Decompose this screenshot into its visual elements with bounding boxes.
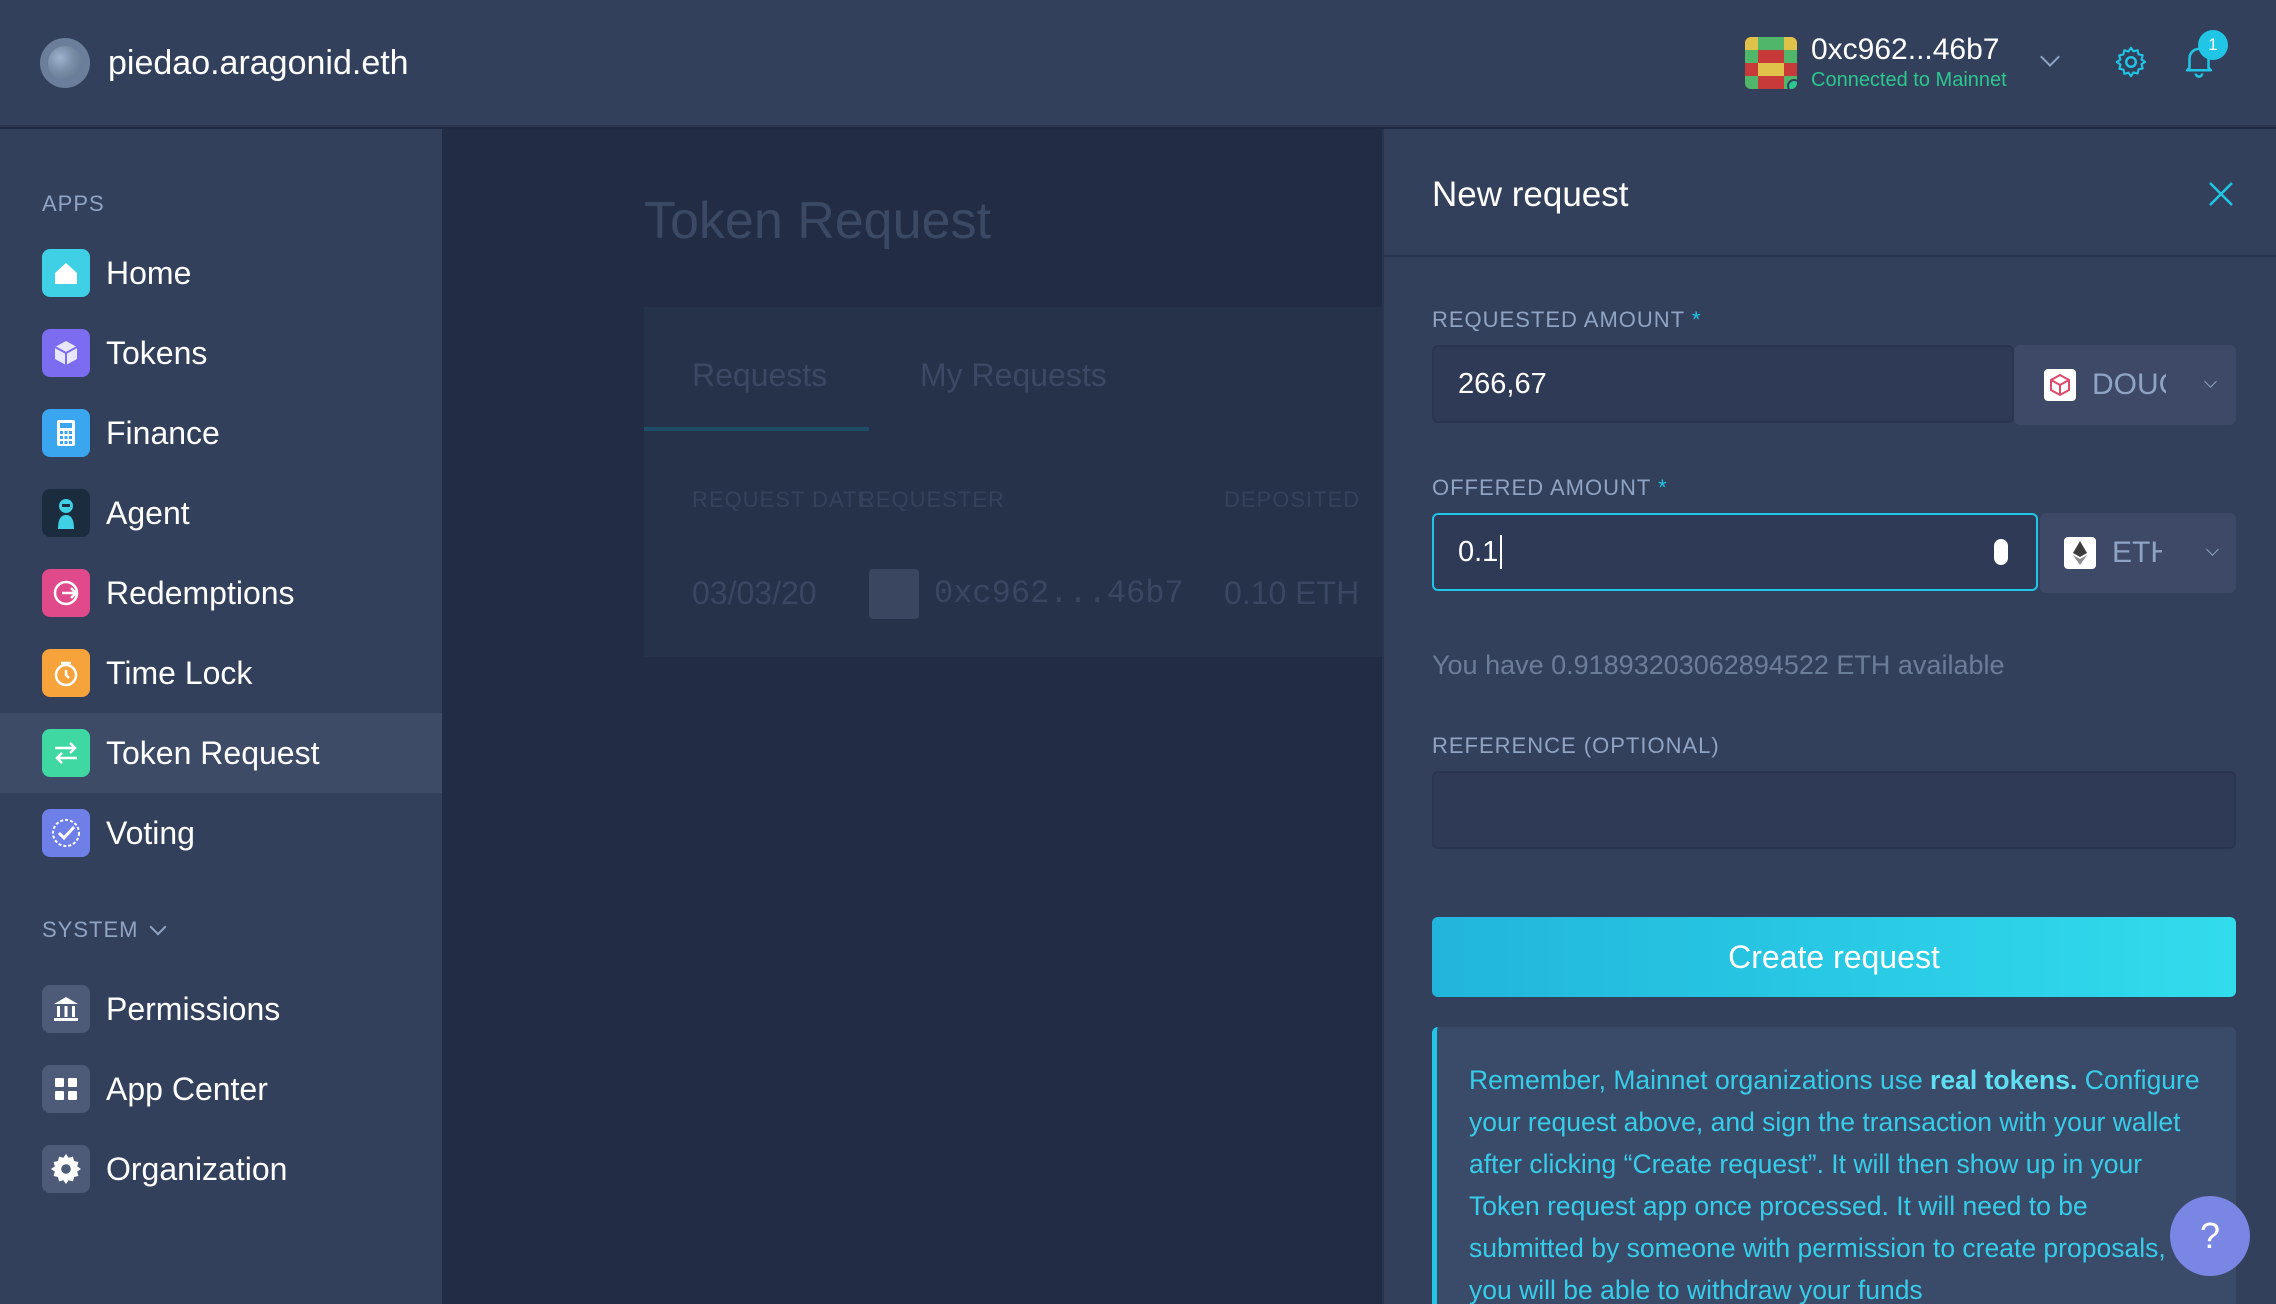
- number-stepper[interactable]: [1994, 539, 2008, 565]
- requested-amount-value: 266,67: [1458, 367, 1547, 400]
- sidebar-item-label: Token Request: [106, 734, 320, 771]
- requested-amount-label: REQUESTED AMOUNT *: [1432, 307, 1701, 333]
- apps-section-label: APPS: [42, 191, 105, 216]
- network-status: Connected to Mainnet: [1811, 69, 2007, 91]
- requested-token-select[interactable]: DOUGH: [2014, 345, 2236, 425]
- system-section-toggle[interactable]: SYSTEM: [42, 917, 138, 943]
- sidebar-item-label: Home: [106, 254, 192, 291]
- org-name: piedao.aragonid.eth: [108, 43, 409, 82]
- required-mark: *: [1691, 307, 1702, 332]
- agent-icon: [42, 489, 90, 537]
- top-bar: piedao.aragonid.eth 0xc962...46b7 Connec…: [0, 0, 2276, 127]
- sidebar-item-app-center[interactable]: App Center: [0, 1049, 442, 1129]
- permissions-icon: [42, 985, 90, 1033]
- eth-token-icon: [2064, 537, 2096, 569]
- sidebar-item-organization[interactable]: Organization: [0, 1129, 442, 1209]
- requested-amount-input[interactable]: 266,67: [1432, 345, 2014, 423]
- offered-amount-label: OFFERED AMOUNT *: [1432, 475, 1668, 501]
- active-tab-indicator: [644, 427, 869, 431]
- info-text-body: Configure your request above, and sign t…: [1469, 1065, 2200, 1304]
- chevron-down-icon[interactable]: [2040, 47, 2060, 67]
- offered-amount-value: 0.1: [1458, 535, 1499, 568]
- sidebar-item-tokens[interactable]: Tokens: [0, 313, 442, 393]
- column-header-deposited: DEPOSITED: [1224, 487, 1361, 512]
- app-center-icon: [42, 1065, 90, 1113]
- tab-my-requests[interactable]: My Requests: [920, 357, 1107, 394]
- info-text-prefix: Remember, Mainnet organizations use: [1469, 1065, 1931, 1095]
- sidebar-item-label: Permissions: [106, 990, 281, 1027]
- close-icon[interactable]: [2206, 179, 2236, 209]
- requests-panel: Requests My Requests REQUEST DATE REQUES…: [644, 307, 1384, 657]
- requester-avatar: [869, 569, 919, 619]
- reference-label: REFERENCE (OPTIONAL): [1432, 733, 1720, 758]
- gear-icon[interactable]: [2113, 44, 2149, 80]
- org-avatar: [40, 38, 90, 88]
- sidebar-item-token-request[interactable]: Token Request: [0, 713, 442, 793]
- token-request-icon: [42, 729, 90, 777]
- redemptions-icon: [42, 569, 90, 617]
- dough-token-icon: [2044, 369, 2076, 401]
- tab-requests[interactable]: Requests: [692, 357, 827, 394]
- sidebar-item-home[interactable]: Home: [0, 233, 442, 313]
- sidebar-item-voting[interactable]: Voting: [0, 793, 442, 873]
- sidebar-item-label: Organization: [106, 1150, 288, 1187]
- sidebar-item-label: Finance: [106, 414, 220, 451]
- tokens-icon: [42, 329, 90, 377]
- account-address: 0xc962...46b7: [1811, 33, 2000, 66]
- create-request-button[interactable]: Create request: [1432, 917, 2236, 997]
- notification-badge: 1: [2198, 30, 2228, 60]
- requested-token-symbol: DOUGH: [2092, 368, 2166, 401]
- org-switcher[interactable]: piedao.aragonid.eth: [40, 38, 409, 88]
- sidebar-item-label: Tokens: [106, 334, 208, 371]
- sidebar-item-permissions[interactable]: Permissions: [0, 969, 442, 1049]
- request-date: 03/03/20: [692, 575, 817, 611]
- sidebar-item-agent[interactable]: Agent: [0, 473, 442, 553]
- chevron-down-icon[interactable]: [149, 918, 167, 936]
- deposited-amount: 0.10 ETH: [1224, 575, 1360, 611]
- sidebar-item-time-lock[interactable]: Time Lock: [0, 633, 442, 713]
- help-button[interactable]: ?: [2170, 1196, 2250, 1276]
- available-balance: You have 0.91893203062894522 ETH availab…: [1432, 650, 2005, 680]
- offered-amount-label-text: OFFERED AMOUNT: [1432, 475, 1651, 500]
- organization-icon: [42, 1145, 90, 1193]
- panel-title: New request: [1432, 175, 1629, 214]
- page-title: Token Request: [644, 192, 991, 250]
- offered-amount-input[interactable]: 0.1: [1432, 513, 2038, 591]
- finance-icon: [42, 409, 90, 457]
- column-header-date: REQUEST DATE: [692, 487, 874, 512]
- panel-divider: [1384, 255, 2276, 257]
- sidebar-item-label: Agent: [106, 494, 190, 531]
- offered-token-symbol: ETH: [2112, 536, 2162, 569]
- account-avatar: [1745, 36, 1797, 89]
- requested-amount-label-text: REQUESTED AMOUNT: [1432, 307, 1685, 332]
- sidebar-item-label: App Center: [106, 1070, 268, 1107]
- info-text-bold: real tokens.: [1930, 1065, 2078, 1095]
- chevron-down-icon: [2206, 543, 2219, 556]
- system-section-label: SYSTEM: [42, 917, 139, 942]
- mainnet-warning: Remember, Mainnet organizations use real…: [1432, 1027, 2236, 1304]
- sidebar-item-redemptions[interactable]: Redemptions: [0, 553, 442, 633]
- column-header-requester: REQUESTER: [859, 487, 1005, 512]
- required-mark: *: [1658, 475, 1668, 500]
- sidebar-item-finance[interactable]: Finance: [0, 393, 442, 473]
- offered-token-select[interactable]: ETH: [2040, 513, 2236, 593]
- reference-input[interactable]: [1432, 771, 2236, 849]
- sidebar-item-label: Voting: [106, 814, 195, 851]
- connection-status-dot: [1787, 78, 1797, 89]
- sidebar-item-label: Redemptions: [106, 574, 295, 611]
- time-lock-icon: [42, 649, 90, 697]
- requester-address[interactable]: 0xc962...46b7: [934, 575, 1184, 612]
- account-menu[interactable]: 0xc962...46b7 Connected to Mainnet: [1745, 33, 2007, 92]
- main-content: Token Request Requests My Requests REQUE…: [442, 129, 1384, 1304]
- voting-icon: [42, 809, 90, 857]
- chevron-down-icon: [2204, 375, 2217, 388]
- text-cursor: [1500, 535, 1503, 569]
- sidebar: APPS Home Tokens Finance Agent Redemptio…: [0, 129, 442, 1304]
- new-request-panel: New request REQUESTED AMOUNT * 266,67 DO…: [1382, 129, 2276, 1304]
- sidebar-item-label: Time Lock: [106, 654, 253, 691]
- home-icon: [42, 249, 90, 297]
